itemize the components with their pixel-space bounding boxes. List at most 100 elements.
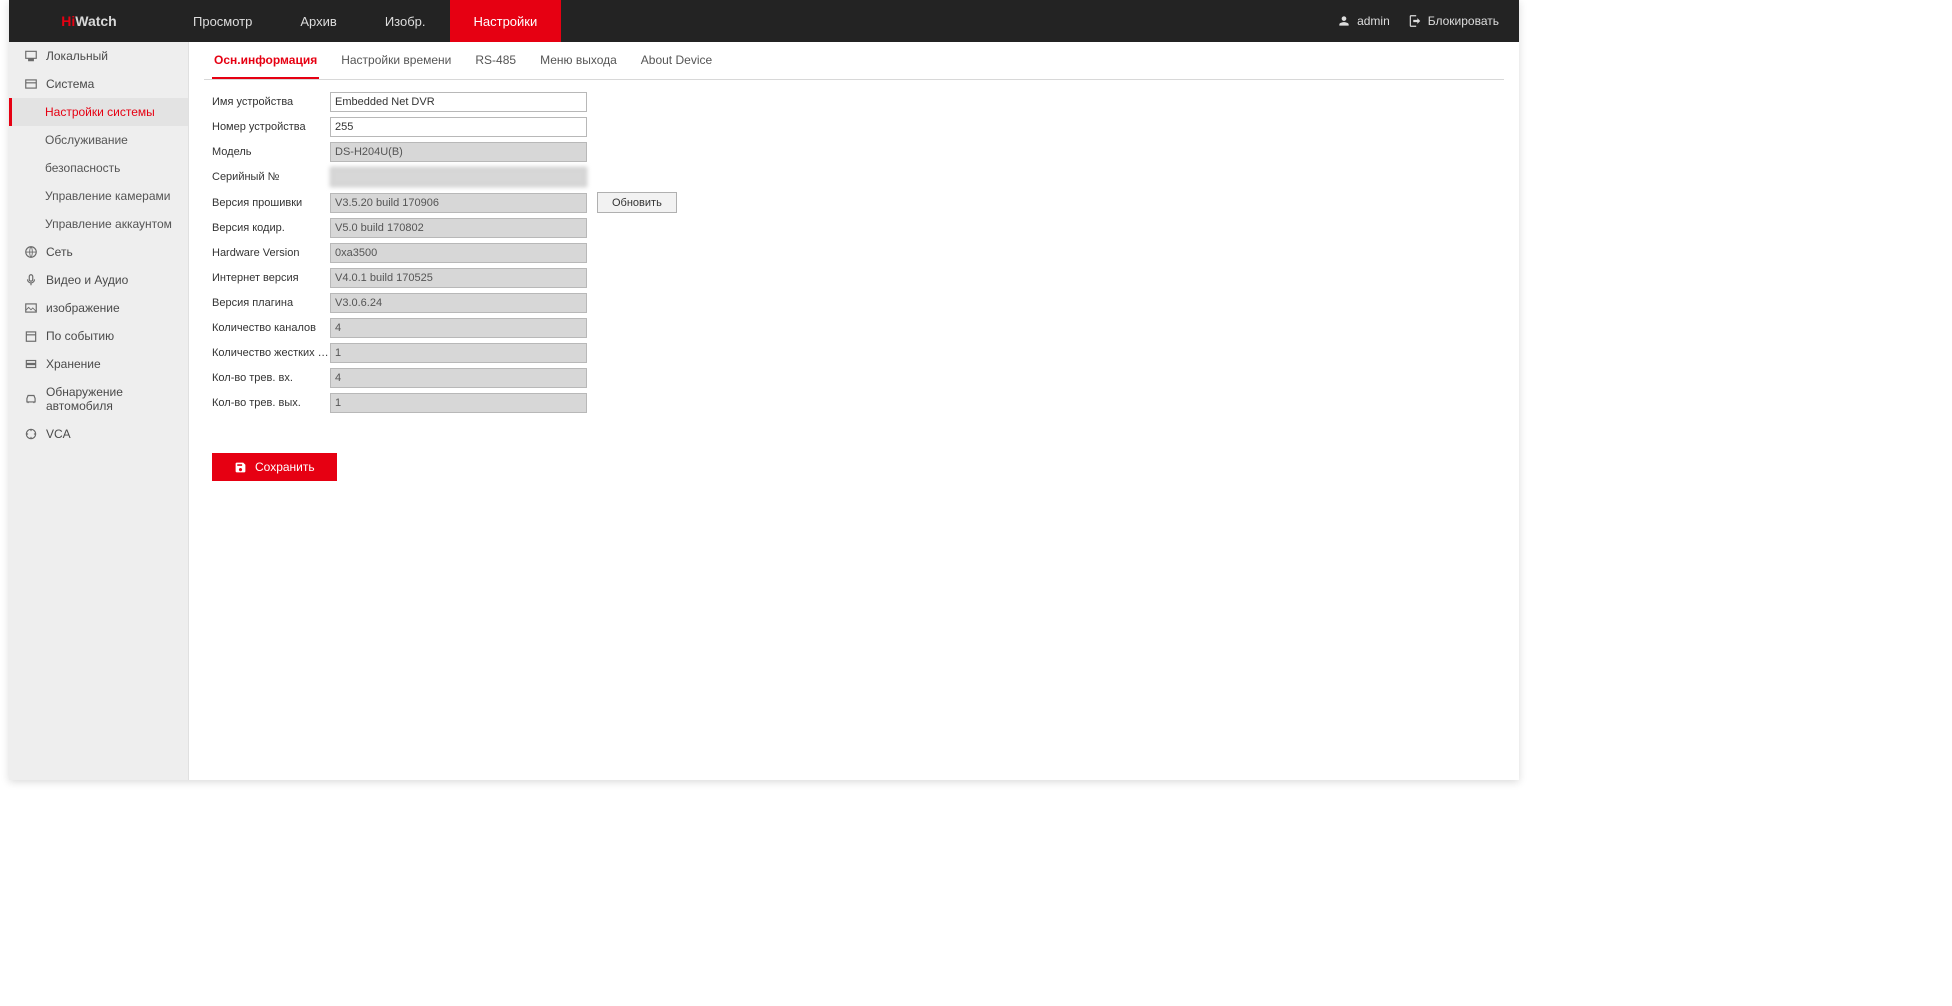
tab-rs485[interactable]: RS-485 xyxy=(473,42,518,79)
topright: admin Блокировать xyxy=(1337,14,1519,28)
globe-icon xyxy=(24,245,38,259)
input-serial xyxy=(330,167,587,187)
row-device-no: Номер устройства xyxy=(212,117,1504,137)
input-device-name[interactable] xyxy=(330,92,587,112)
sidebar-image[interactable]: изображение xyxy=(9,294,188,322)
save-icon xyxy=(234,461,247,474)
sidebar-cameras[interactable]: Управление камерами xyxy=(9,182,188,210)
row-alarm-in: Кол-во трев. вх. xyxy=(212,368,1504,388)
sidebar-storage[interactable]: Хранение xyxy=(9,350,188,378)
label-device-name: Имя устройства xyxy=(212,96,330,108)
logo: HiWatch xyxy=(9,13,169,29)
sidebar-vca-label: VCA xyxy=(46,427,71,441)
update-button[interactable]: Обновить xyxy=(597,192,677,213)
image-icon xyxy=(24,301,38,315)
row-hdds: Количество жестких дис... xyxy=(212,343,1504,363)
sidebar-event-label: По событию xyxy=(46,329,114,343)
content: Осн.информация Настройки времени RS-485 … xyxy=(189,42,1519,780)
sidebar-security[interactable]: безопасность xyxy=(9,154,188,182)
topbar: HiWatch Просмотр Архив Изобр. Настройки … xyxy=(9,0,1519,42)
sidebar-vehicle[interactable]: Обнаружение автомобиля xyxy=(9,378,188,420)
user-name: admin xyxy=(1357,14,1390,28)
input-plugin xyxy=(330,293,587,313)
row-hardware: Hardware Version xyxy=(212,243,1504,263)
sidebar-maintenance[interactable]: Обслуживание xyxy=(9,126,188,154)
row-web: Интернет версия xyxy=(212,268,1504,288)
calendar-icon xyxy=(24,329,38,343)
sidebar-network[interactable]: Сеть xyxy=(9,238,188,266)
input-model xyxy=(330,142,587,162)
app-window: HiWatch Просмотр Архив Изобр. Настройки … xyxy=(9,0,1519,780)
input-firmware xyxy=(330,193,587,213)
row-plugin: Версия плагина xyxy=(212,293,1504,313)
logout-icon xyxy=(1408,14,1422,28)
input-hardware xyxy=(330,243,587,263)
topnav-archive[interactable]: Архив xyxy=(276,0,360,42)
tabs: Осн.информация Настройки времени RS-485 … xyxy=(204,42,1504,80)
form: Имя устройства Номер устройства Модель С… xyxy=(204,80,1504,481)
sidebar-network-label: Сеть xyxy=(46,245,73,259)
vca-icon xyxy=(24,427,38,441)
tab-about-device[interactable]: About Device xyxy=(639,42,714,79)
sidebar-system-settings[interactable]: Настройки системы xyxy=(9,98,188,126)
tab-basic-info[interactable]: Осн.информация xyxy=(212,42,319,79)
row-encoding: Версия кодир. xyxy=(212,218,1504,238)
topnav-image[interactable]: Изобр. xyxy=(361,0,450,42)
lock-button[interactable]: Блокировать xyxy=(1408,14,1499,28)
sidebar-image-label: изображение xyxy=(46,301,120,315)
sidebar-system-settings-label: Настройки системы xyxy=(45,105,155,119)
label-encoding: Версия кодир. xyxy=(212,222,330,234)
topnav-settings[interactable]: Настройки xyxy=(450,0,562,42)
row-serial: Серийный № xyxy=(212,167,1504,187)
sidebar-account[interactable]: Управление аккаунтом xyxy=(9,210,188,238)
save-label: Сохранить xyxy=(255,460,315,474)
label-plugin: Версия плагина xyxy=(212,297,330,309)
label-device-no: Номер устройства xyxy=(212,121,330,133)
label-firmware: Версия прошивки xyxy=(212,197,330,209)
logo-suffix: Watch xyxy=(75,13,116,29)
input-alarm-out xyxy=(330,393,587,413)
label-channels: Количество каналов xyxy=(212,322,330,334)
storage-icon xyxy=(24,357,38,371)
system-icon xyxy=(24,77,38,91)
input-device-no[interactable] xyxy=(330,117,587,137)
main: Локальный Система Настройки системы Обсл… xyxy=(9,42,1519,780)
sidebar-video-audio-label: Видео и Аудио xyxy=(46,273,128,287)
sidebar-vehicle-label: Обнаружение автомобиля xyxy=(46,385,178,413)
sidebar-video-audio[interactable]: Видео и Аудио xyxy=(9,266,188,294)
mic-icon xyxy=(24,273,38,287)
label-alarm-in: Кол-во трев. вх. xyxy=(212,372,330,384)
sidebar-vca[interactable]: VCA xyxy=(9,420,188,448)
input-hdds xyxy=(330,343,587,363)
sidebar-maintenance-label: Обслуживание xyxy=(45,133,128,147)
row-channels: Количество каналов xyxy=(212,318,1504,338)
topnav-preview[interactable]: Просмотр xyxy=(169,0,276,42)
logo-prefix: Hi xyxy=(61,13,75,29)
car-icon xyxy=(24,392,38,406)
sidebar: Локальный Система Настройки системы Обсл… xyxy=(9,42,189,780)
label-model: Модель xyxy=(212,146,330,158)
sidebar-storage-label: Хранение xyxy=(46,357,101,371)
monitor-icon xyxy=(24,49,38,63)
lock-label: Блокировать xyxy=(1428,14,1499,28)
row-alarm-out: Кол-во трев. вых. xyxy=(212,393,1504,413)
input-channels xyxy=(330,318,587,338)
user-menu[interactable]: admin xyxy=(1337,14,1390,28)
tab-output-menu[interactable]: Меню выхода xyxy=(538,42,619,79)
sidebar-local-label: Локальный xyxy=(46,49,108,63)
sidebar-account-label: Управление аккаунтом xyxy=(45,217,172,231)
save-button[interactable]: Сохранить xyxy=(212,453,337,481)
input-alarm-in xyxy=(330,368,587,388)
tab-time-settings[interactable]: Настройки времени xyxy=(339,42,453,79)
label-hardware: Hardware Version xyxy=(212,247,330,259)
input-encoding xyxy=(330,218,587,238)
label-hdds: Количество жестких дис... xyxy=(212,347,330,359)
sidebar-system-label: Система xyxy=(46,77,94,91)
input-web xyxy=(330,268,587,288)
sidebar-cameras-label: Управление камерами xyxy=(45,189,170,203)
label-serial: Серийный № xyxy=(212,171,330,183)
topnav: Просмотр Архив Изобр. Настройки xyxy=(169,0,561,42)
sidebar-system[interactable]: Система xyxy=(9,70,188,98)
sidebar-event[interactable]: По событию xyxy=(9,322,188,350)
sidebar-local[interactable]: Локальный xyxy=(9,42,188,70)
